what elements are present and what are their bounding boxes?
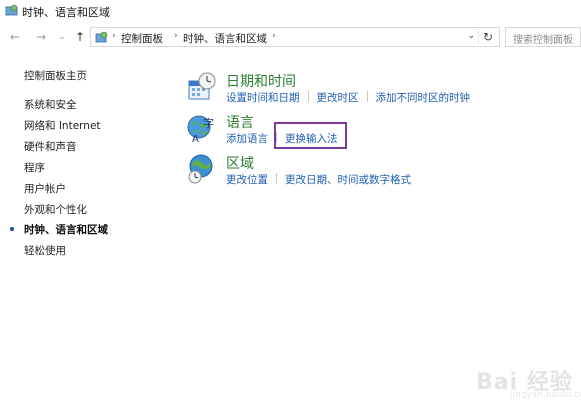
breadcrumb-clock-language-region[interactable]: 时钟、语言和区域 [183,31,267,46]
change-date-time-number-format-link[interactable]: 更改日期、时间或数字格式 [285,174,411,186]
highlight-box [274,122,347,149]
search-input[interactable]: 搜索控制面板 [505,27,581,47]
control-panel-app-icon [5,4,18,16]
change-timezone-link[interactable]: 更改时区 [317,92,359,104]
breadcrumb-separator-icon[interactable]: › [272,31,276,41]
language-title[interactable]: 语言 [226,112,254,132]
region-links: 更改位置 更改日期、时间或数字格式 [226,172,411,187]
sidebar-item-hardware-sound[interactable]: 硬件和声音 [24,139,77,154]
baidu-watermark-url: jingyan.baidu.com [510,390,581,400]
language-icon: 字 A [187,115,214,144]
title-bar: 时钟、语言和区域 [0,0,581,22]
sidebar-item-programs[interactable]: 程序 [24,160,45,175]
breadcrumb-separator-icon[interactable]: › [174,31,178,41]
change-location-link[interactable]: 更改位置 [226,174,268,186]
navigation-bar: ← → ⌄ ↑ › 控制面板 › 时钟、语言和区域 › ⌄ ↻ 搜索控制面板 [0,26,581,50]
arrow-up-icon[interactable]: ↑ [73,30,87,44]
add-clocks-link[interactable]: 添加不同时区的时钟 [376,92,471,104]
sidebar-item-appearance[interactable]: 外观和个性化 [24,202,87,217]
sidebar-item-control-panel-home[interactable]: 控制面板主页 [24,68,87,83]
sidebar-item-system-security[interactable]: 系统和安全 [24,97,77,112]
arrow-left-icon[interactable]: ← [8,30,22,44]
search-placeholder: 搜索控制面板 [513,35,573,46]
sidebar-item-ease-of-access[interactable]: 轻松使用 [24,243,66,258]
link-divider [307,91,309,102]
address-bar[interactable]: › 控制面板 › 时钟、语言和区域 › ⌄ ↻ [90,27,500,47]
breadcrumb-separator-icon[interactable]: › [112,31,116,41]
globe-clock-icon [188,154,213,184]
address-divider [478,30,479,44]
add-language-link[interactable]: 添加语言 [226,133,268,145]
recent-locations-chevron-icon[interactable]: ⌄ [55,30,69,44]
sidebar-item-user-accounts[interactable]: 用户帐户 [24,181,66,196]
link-divider [366,91,368,102]
active-item-bullet-icon [10,227,14,231]
region-title[interactable]: 区域 [226,153,254,173]
date-time-links: 设置时间和日期 更改时区 添加不同时区的时钟 [226,90,470,105]
window-title: 时钟、语言和区域 [22,6,110,19]
svg-text:A: A [192,134,199,144]
address-dropdown-chevron-icon[interactable]: ⌄ [467,31,475,41]
set-date-time-link[interactable]: 设置时间和日期 [226,92,300,104]
sidebar-item-clock-language-region[interactable]: 时钟、语言和区域 [24,222,108,237]
refresh-icon[interactable]: ↻ [483,30,493,44]
clock-calendar-icon [188,72,216,100]
svg-text:字: 字 [203,116,214,130]
link-divider [276,173,277,184]
sidebar-item-network-internet[interactable]: 网络和 Internet [24,118,101,133]
arrow-right-icon[interactable]: → [34,30,48,44]
date-time-title[interactable]: 日期和时间 [226,71,296,91]
breadcrumb-control-panel[interactable]: 控制面板 [121,31,163,46]
control-panel-icon [95,31,108,43]
